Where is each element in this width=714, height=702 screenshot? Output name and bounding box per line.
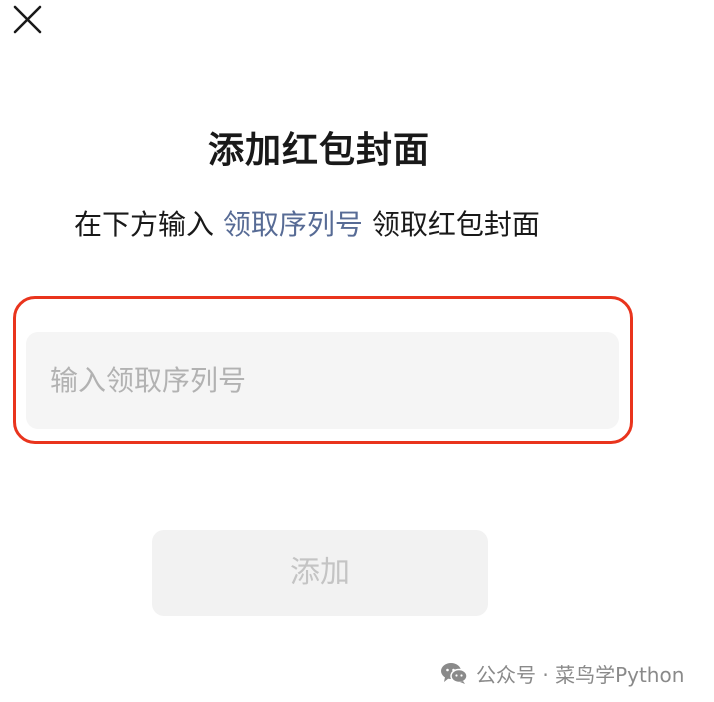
instruction-prefix: 在下方输入 — [74, 208, 215, 241]
watermark: 公众号 · 菜鸟学Python — [440, 657, 684, 689]
watermark-text: 公众号 · 菜鸟学Python — [476, 662, 685, 687]
wechat-icon — [440, 661, 468, 685]
add-red-packet-cover-screen: 添加红包封面 在下方输入 领取序列号 领取红包封面 添加 公众号 · 菜鸟学Py… — [0, 0, 714, 702]
close-button[interactable] — [10, 2, 46, 38]
instruction-suffix: 领取红包封面 — [371, 208, 540, 241]
instruction-text: 在下方输入 领取序列号 领取红包封面 — [74, 203, 540, 243]
serial-number-input[interactable] — [26, 332, 619, 429]
serial-number-link[interactable]: 领取序列号 — [223, 208, 363, 241]
add-button[interactable]: 添加 — [152, 530, 488, 616]
serial-input-container — [26, 332, 619, 429]
close-icon — [13, 5, 42, 34]
page-title: 添加红包封面 — [207, 130, 430, 171]
